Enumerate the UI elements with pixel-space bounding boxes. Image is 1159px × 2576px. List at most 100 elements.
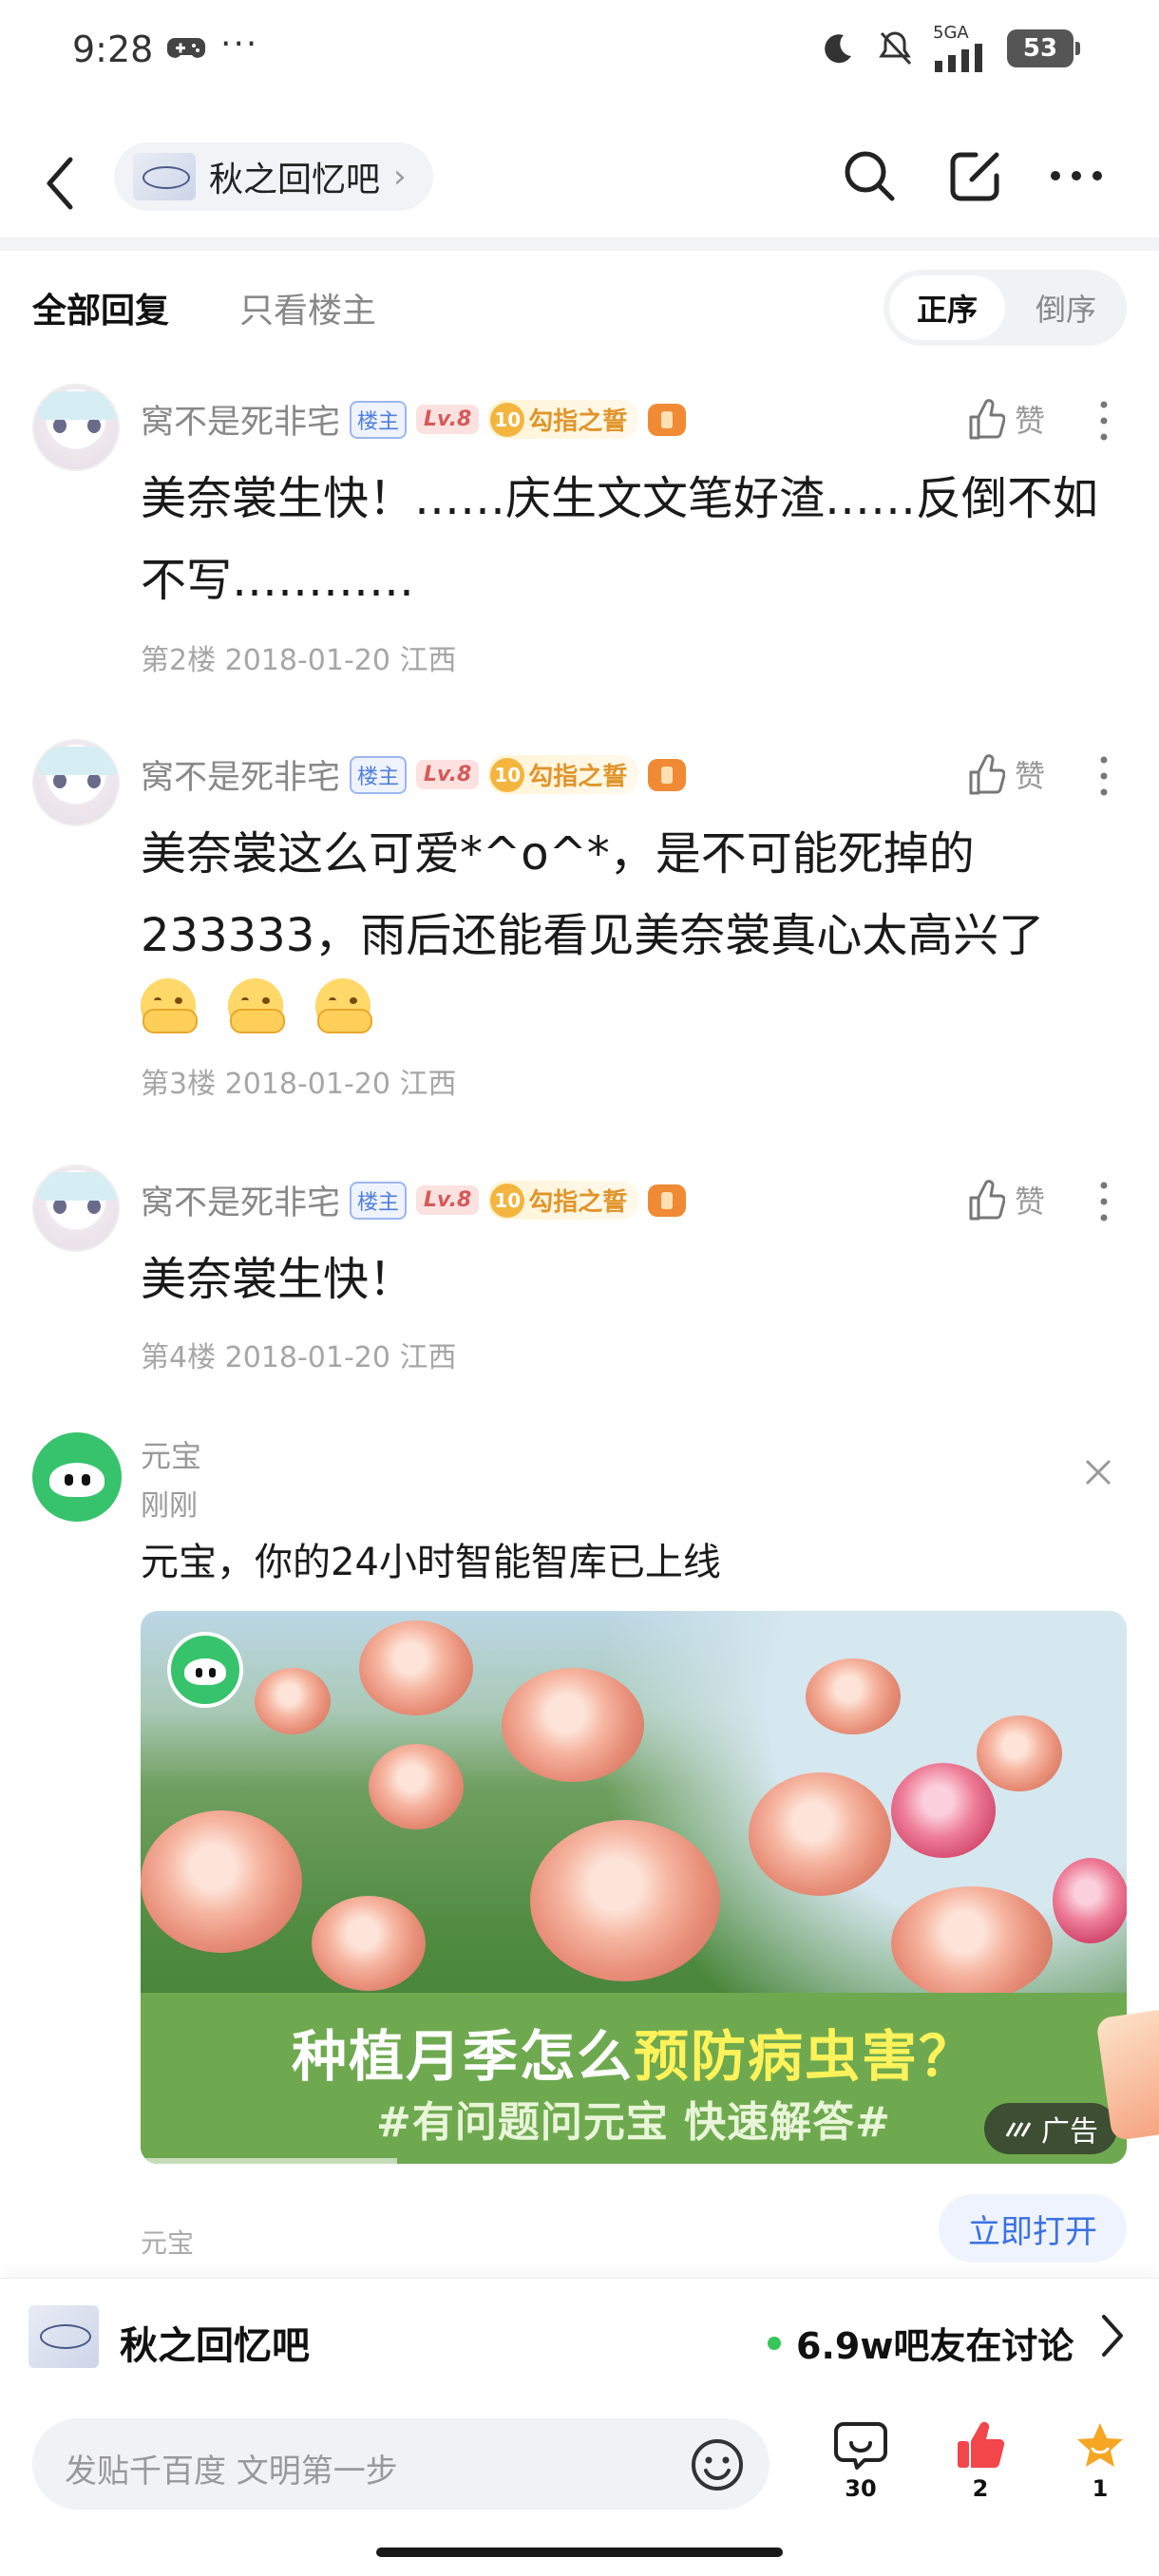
rose-decoration bbox=[312, 1896, 426, 1991]
medal-icon: 10 bbox=[490, 402, 525, 437]
close-icon[interactable] bbox=[1079, 1453, 1117, 1491]
status-bar: 9:28 ··· 5GA 53 bbox=[0, 0, 1159, 104]
emoji-icon[interactable] bbox=[690, 2437, 745, 2492]
game-badge-icon bbox=[648, 758, 687, 791]
ad-banner: 种植月季怎么预防病虫害？ #有问题问元宝 快速解答# bbox=[141, 1993, 1127, 2164]
avatar[interactable] bbox=[32, 384, 120, 471]
medal-icon: 10 bbox=[490, 1183, 525, 1218]
ad-image[interactable]: 种植月季怎么预防病虫害？ #有问题问元宝 快速解答# 广告 bbox=[141, 1611, 1127, 2164]
medal-text: 勾指之誓 bbox=[528, 1188, 628, 1217]
like-button[interactable]: 赞 bbox=[967, 752, 1045, 796]
like-post-button[interactable]: 2 bbox=[942, 2420, 1018, 2502]
order-asc-button[interactable]: 正序 bbox=[889, 275, 1005, 340]
tab-owner-only[interactable]: 只看楼主 bbox=[239, 283, 376, 332]
online-count: 6.9w吧友在讨论 bbox=[768, 2317, 1074, 2369]
open-app-button[interactable]: 立即打开 bbox=[939, 2194, 1127, 2263]
thumbs-up-icon bbox=[969, 1180, 1005, 1221]
like-label: 赞 bbox=[1015, 758, 1046, 794]
medal-text: 勾指之誓 bbox=[528, 763, 628, 791]
username[interactable]: 窝不是死非宅 bbox=[141, 1176, 340, 1224]
medal-badge: 10 勾指之誓 bbox=[488, 400, 639, 439]
reply-input[interactable]: 发贴千百度 文明第一步 bbox=[32, 2418, 770, 2510]
gamepad-icon bbox=[167, 38, 205, 58]
edit-share-icon bbox=[950, 152, 999, 201]
forum-name: 秋之回忆吧 bbox=[120, 2324, 310, 2368]
user-row: 窝不是死非宅 楼主 Lv.8 10 勾指之誓 bbox=[141, 750, 687, 799]
comment-icon bbox=[834, 2422, 887, 2470]
forum-logo bbox=[133, 153, 196, 200]
rose-decoration bbox=[369, 1744, 464, 1829]
medal-badge: 10 勾指之誓 bbox=[488, 755, 639, 794]
ad-time: 刚刚 bbox=[141, 1489, 198, 1523]
yuanbao-logo-icon bbox=[167, 1632, 243, 1708]
online-count-label: 6.9w吧友在讨论 bbox=[796, 2325, 1074, 2367]
back-icon[interactable] bbox=[42, 150, 80, 217]
rose-decoration bbox=[359, 1620, 473, 1715]
rose-decoration bbox=[806, 1658, 901, 1734]
rose-decoration bbox=[141, 1810, 302, 1953]
comments-button[interactable]: 30 bbox=[823, 2420, 899, 2502]
mute-icon bbox=[879, 31, 912, 66]
network-type: 5GA bbox=[933, 23, 969, 43]
forum-pill[interactable]: 秋之回忆吧 › bbox=[114, 142, 433, 211]
avatar[interactable] bbox=[32, 739, 120, 826]
hug-emoji-icon bbox=[228, 978, 285, 1033]
avatar[interactable] bbox=[32, 1165, 120, 1252]
username[interactable]: 窝不是死非宅 bbox=[141, 395, 340, 444]
forum-name: 秋之回忆吧 bbox=[209, 161, 381, 199]
ad-progress-bar bbox=[141, 2158, 397, 2164]
username[interactable]: 窝不是死非宅 bbox=[141, 750, 340, 799]
search-button[interactable] bbox=[836, 142, 902, 209]
post-text: 美奈裳这么可爱*^o^*，是不可能死掉的233333，雨后还能看见美奈裳真心太高… bbox=[141, 827, 1045, 962]
tab-all-replies[interactable]: 全部回复 bbox=[32, 283, 169, 332]
user-row: 窝不是死非宅 楼主 Lv.8 10 勾指之誓 bbox=[141, 395, 687, 444]
ad-advertiser-label: 元宝 bbox=[141, 2227, 195, 2259]
owner-badge: 楼主 bbox=[350, 1181, 408, 1220]
likes-count: 2 bbox=[972, 2475, 989, 2502]
post-content: 美奈裳生快！……庆生文文笔好渣……反倒不如不写………… bbox=[141, 472, 1099, 607]
like-label: 赞 bbox=[1015, 403, 1046, 439]
medal-text: 勾指之誓 bbox=[528, 407, 628, 436]
game-badge-icon bbox=[648, 1184, 687, 1217]
rose-decoration bbox=[1053, 1858, 1127, 1943]
rose-decoration bbox=[891, 1763, 996, 1858]
favorite-button[interactable]: 1 bbox=[1062, 2420, 1138, 2502]
share-button[interactable] bbox=[942, 142, 1009, 209]
rose-decoration bbox=[502, 1668, 644, 1782]
ad-tag[interactable]: 广告 bbox=[984, 2103, 1117, 2154]
ad-tag-label: 广告 bbox=[1041, 2115, 1098, 2149]
ad-headline: 种植月季怎么预防病虫害？ bbox=[141, 2012, 1127, 2092]
status-more-dots: ··· bbox=[220, 25, 259, 64]
hug-emoji-icon bbox=[141, 978, 198, 1033]
like-label: 赞 bbox=[1015, 1184, 1046, 1220]
more-horizontal-icon bbox=[1051, 171, 1102, 180]
forum-strip[interactable]: 秋之回忆吧 6.9w吧友在讨论 bbox=[0, 2278, 1159, 2396]
owner-badge: 楼主 bbox=[350, 400, 408, 439]
chevron-right-icon bbox=[1102, 2315, 1123, 2357]
moon-icon bbox=[825, 34, 851, 64]
post-content: 美奈裳这么可爱*^o^*，是不可能死掉的233333，雨后还能看见美奈裳真心太高… bbox=[141, 813, 1129, 1033]
rose-decoration bbox=[977, 1715, 1062, 1791]
like-button[interactable]: 赞 bbox=[967, 1178, 1045, 1222]
more-button[interactable] bbox=[1043, 142, 1110, 209]
more-vertical-icon[interactable] bbox=[1094, 1178, 1113, 1225]
home-indicator[interactable] bbox=[376, 2548, 783, 2557]
level-badge: Lv.8 bbox=[416, 405, 480, 434]
ad-advertiser-name[interactable]: 元宝 bbox=[141, 1432, 201, 1476]
medal-icon: 10 bbox=[490, 757, 525, 792]
favorites-count: 1 bbox=[1092, 2475, 1109, 2502]
level-badge: Lv.8 bbox=[416, 1185, 480, 1215]
thumbs-up-icon bbox=[969, 754, 1005, 795]
game-badge-icon bbox=[648, 403, 687, 436]
like-button[interactable]: 赞 bbox=[967, 397, 1045, 441]
ad-mark-icon bbox=[1005, 2122, 1032, 2137]
status-time: 9:28 bbox=[72, 28, 154, 70]
more-vertical-icon[interactable] bbox=[1094, 752, 1113, 800]
level-badge: Lv.8 bbox=[416, 760, 480, 789]
ad-subline: #有问题问元宝 快速解答# bbox=[375, 2098, 892, 2147]
ad-avatar[interactable] bbox=[32, 1432, 122, 1522]
ad-headline-pre: 种植月季怎么 bbox=[291, 2024, 634, 2089]
more-vertical-icon[interactable] bbox=[1094, 397, 1113, 445]
post-content: 美奈裳生快！ bbox=[141, 1253, 415, 1306]
order-desc-button[interactable]: 倒序 bbox=[1011, 275, 1121, 340]
